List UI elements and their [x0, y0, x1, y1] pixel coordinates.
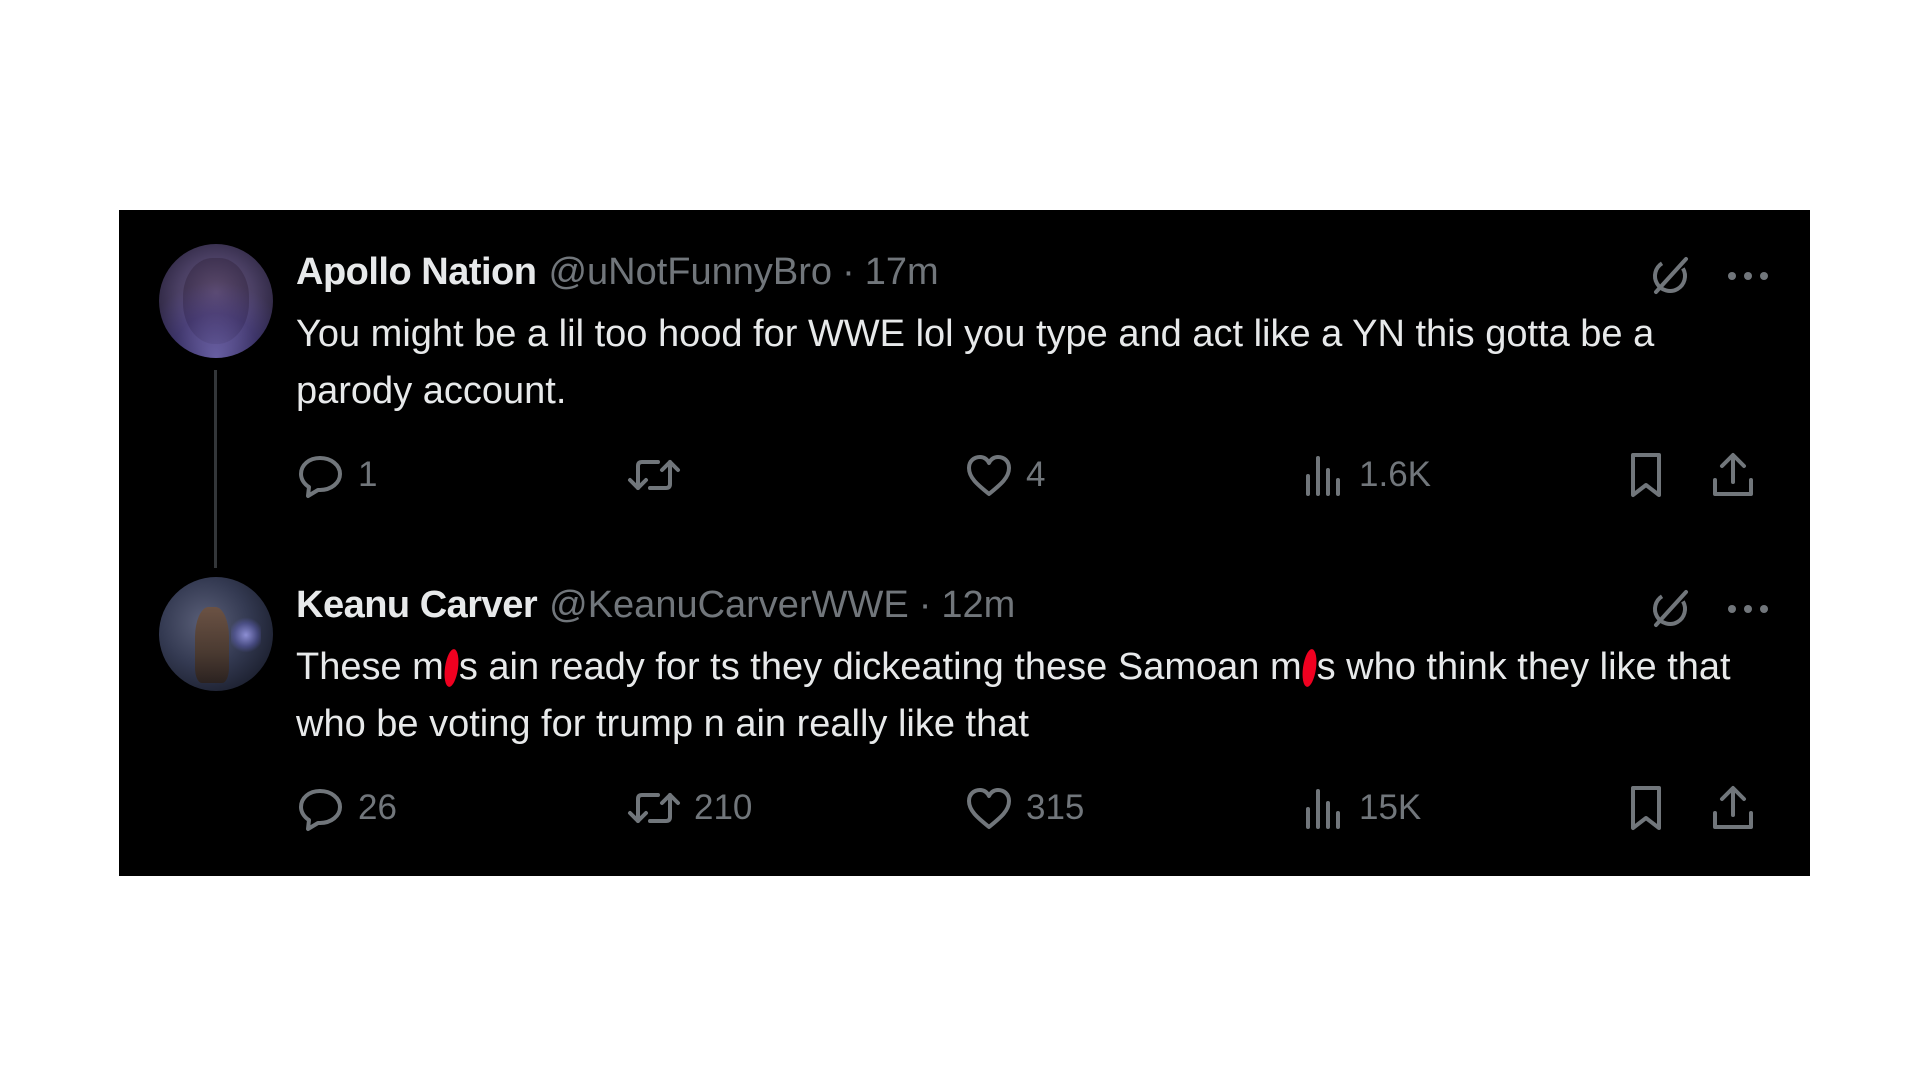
user-handle[interactable]: @KeanuCarverWWE: [549, 584, 909, 627]
retweet-icon: [628, 460, 680, 490]
reply-button[interactable]: 26: [296, 783, 397, 833]
avatar-light: [231, 617, 261, 653]
retweet-icon: [628, 793, 680, 823]
like-button[interactable]: 4: [964, 450, 1045, 500]
views-button[interactable]: 1.6K: [1301, 450, 1431, 500]
reply-button[interactable]: 1: [296, 450, 377, 500]
user-handle[interactable]: @uNotFunnyBro: [548, 251, 832, 294]
more-icon[interactable]: [1726, 603, 1770, 615]
avatar[interactable]: [159, 244, 273, 358]
share-button[interactable]: [1710, 450, 1756, 500]
reply-count: 1: [358, 455, 378, 494]
tweet-top-actions: [1644, 250, 1770, 302]
tweet-text-segment: You might be a lil too hood for WWE lol …: [296, 313, 1655, 412]
bookmark-icon: [1631, 453, 1661, 497]
bookmark-icon: [1631, 786, 1661, 830]
reply-icon: [299, 789, 342, 831]
reply-icon: [299, 456, 342, 498]
retweet-button[interactable]: [626, 450, 694, 500]
share-icon: [1713, 453, 1753, 496]
views-button[interactable]: 15K: [1301, 783, 1421, 833]
tweet-text: These m s ain ready for ts they dickeatin…: [296, 639, 1756, 753]
tweet-2[interactable]: Keanu Carver @KeanuCarverWWE · 12m These…: [119, 543, 1810, 876]
avatar-figure: [195, 607, 229, 683]
tweet-text-segment: These m: [296, 646, 444, 688]
avatar[interactable]: [159, 577, 273, 691]
tweet-header: Keanu Carver @KeanuCarverWWE · 12m: [296, 581, 1015, 629]
grok-icon[interactable]: [1644, 250, 1696, 302]
reply-count: 26: [358, 788, 397, 827]
tweet-actions-bar: 1 4 1.6K: [296, 450, 1770, 500]
views-icon: [1306, 456, 1340, 496]
views-count: 15K: [1359, 788, 1422, 827]
more-icon[interactable]: [1726, 270, 1770, 282]
like-button[interactable]: 315: [964, 783, 1084, 833]
timestamp[interactable]: 17m: [865, 251, 939, 294]
tweet-header: Apollo Nation @uNotFunnyBro · 17m: [296, 248, 939, 296]
separator-dot: ·: [842, 250, 855, 293]
tweet-text-segment: s ain ready for ts they dickeating these…: [458, 646, 1302, 688]
timestamp[interactable]: 12m: [941, 584, 1015, 627]
bookmark-button[interactable]: [1624, 450, 1668, 500]
like-count: 4: [1026, 455, 1046, 494]
heart-icon: [967, 455, 1011, 496]
views-count: 1.6K: [1359, 455, 1431, 494]
tweet-1[interactable]: Apollo Nation @uNotFunnyBro · 17m You mi…: [119, 210, 1810, 543]
grok-icon[interactable]: [1644, 583, 1696, 635]
display-name[interactable]: Keanu Carver: [296, 584, 538, 627]
bookmark-button[interactable]: [1624, 783, 1668, 833]
avatar-glow: [159, 244, 273, 358]
separator-dot: ·: [918, 583, 932, 626]
tweet-actions-bar: 26 210 315 15K: [296, 783, 1770, 833]
share-button[interactable]: [1710, 783, 1756, 833]
tweet-top-actions: [1644, 583, 1770, 635]
heart-icon: [967, 788, 1011, 829]
retweet-button[interactable]: 210: [626, 783, 752, 833]
share-icon: [1713, 786, 1753, 829]
retweet-count: 210: [694, 788, 753, 827]
red-redaction-mark: [1300, 648, 1319, 688]
views-icon: [1306, 789, 1340, 829]
tweet-text: You might be a lil too hood for WWE lol …: [296, 306, 1756, 420]
red-redaction-mark: [442, 648, 461, 688]
display-name[interactable]: Apollo Nation: [296, 251, 537, 294]
tweet-thread-panel: Apollo Nation @uNotFunnyBro · 17m You mi…: [119, 210, 1810, 876]
like-count: 315: [1026, 788, 1085, 827]
